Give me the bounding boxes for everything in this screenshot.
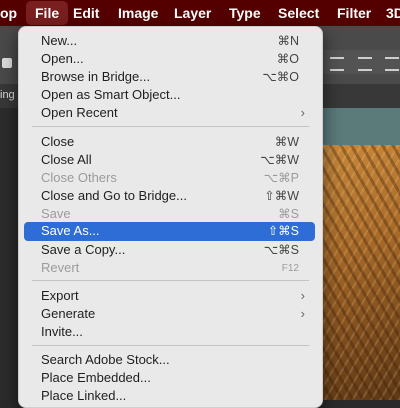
menu-item-save-a-copy[interactable]: Save a Copy... ⌥⌘S — [24, 241, 315, 259]
menu-item-open-smart-object[interactable]: Open as Smart Object... — [24, 86, 315, 104]
menu-item-save-as[interactable]: Save As... ⇧⌘S — [24, 222, 315, 241]
shortcut: ⌥⌘P — [263, 171, 299, 185]
menu-file[interactable]: File — [26, 1, 69, 25]
menu-item-export[interactable]: Export › — [24, 287, 315, 305]
menu-select[interactable]: Select — [278, 0, 319, 26]
shortcut: ⌥⌘O — [262, 70, 299, 84]
menu-bar: op File Edit Image Layer Type Select Fil… — [0, 0, 400, 26]
menu-image[interactable]: Image — [118, 0, 158, 26]
menu-edit[interactable]: Edit — [73, 0, 99, 26]
menu-item-browse-in-bridge[interactable]: Browse in Bridge... ⌥⌘O — [24, 68, 315, 86]
options-checkbox[interactable] — [2, 58, 12, 68]
photo-background — [320, 108, 400, 145]
menu-item-invite[interactable]: Invite... — [24, 323, 315, 341]
menu-layer[interactable]: Layer — [174, 0, 211, 26]
shortcut: F12 — [281, 263, 299, 274]
menu-type[interactable]: Type — [229, 0, 261, 26]
shortcut: ⌥⌘S — [263, 243, 299, 257]
menu-filter[interactable]: Filter — [337, 0, 371, 26]
chevron-right-icon: › — [300, 105, 305, 120]
sweater-photo — [320, 145, 400, 400]
menu-separator — [32, 345, 309, 346]
menu-item-search-adobe-stock[interactable]: Search Adobe Stock... — [24, 351, 315, 369]
shortcut: ⇧⌘W — [264, 189, 299, 203]
menu-item-open-recent[interactable]: Open Recent › — [24, 104, 315, 122]
menu-item-new[interactable]: New... ⌘N — [24, 32, 315, 50]
chevron-right-icon: › — [300, 306, 305, 321]
shortcut: ⌘N — [277, 34, 299, 48]
shortcut: ⌘W — [274, 135, 299, 149]
shortcut: ⌘S — [278, 207, 299, 221]
align-bottom-icon[interactable] — [385, 57, 399, 71]
menu-item-revert: Revert F12 — [41, 260, 299, 275]
menu-item-place-linked[interactable]: Place Linked... — [24, 387, 315, 405]
menu-item-place-embedded[interactable]: Place Embedded... — [24, 369, 315, 387]
menu-separator — [32, 126, 309, 127]
menu-3d[interactable]: 3D — [386, 0, 400, 26]
menu-item-save: Save ⌘S — [41, 206, 299, 221]
menu-separator — [32, 280, 309, 281]
menu-app[interactable]: op — [0, 0, 17, 26]
menu-item-open[interactable]: Open... ⌘O — [24, 50, 315, 68]
shortcut: ⌥⌘W — [260, 153, 299, 167]
file-menu: New... ⌘N Open... ⌘O Browse in Bridge...… — [18, 26, 323, 408]
menu-item-close-and-go-to-bridge[interactable]: Close and Go to Bridge... ⇧⌘W — [24, 187, 315, 205]
shortcut: ⌘O — [276, 52, 299, 66]
align-icon[interactable] — [330, 57, 344, 71]
menu-item-close[interactable]: Close ⌘W — [24, 133, 315, 151]
menu-item-generate[interactable]: Generate › — [24, 305, 315, 323]
chevron-right-icon: › — [300, 288, 305, 303]
menu-item-close-all[interactable]: Close All ⌥⌘W — [24, 151, 315, 169]
shortcut: ⇧⌘S — [267, 224, 299, 238]
distribute-icon[interactable] — [358, 57, 372, 71]
menu-item-close-others: Close Others ⌥⌘P — [41, 170, 299, 185]
